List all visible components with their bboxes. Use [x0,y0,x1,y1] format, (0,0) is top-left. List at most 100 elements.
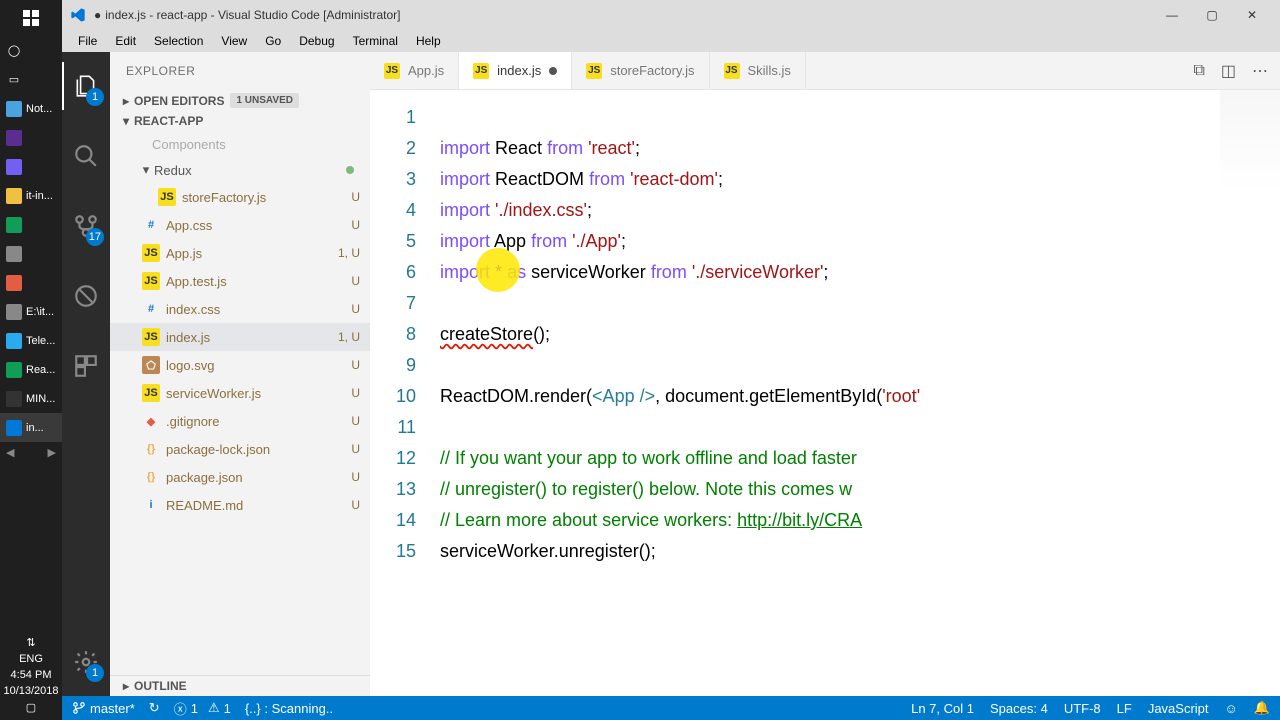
file-row[interactable]: {}package-lock.jsonU [110,435,370,463]
status-language[interactable]: JavaScript [1148,700,1209,716]
outline-header[interactable]: ▸ OUTLINE [110,675,370,696]
taskbar-cortana[interactable]: ◯ [0,36,62,65]
file-row[interactable]: JSstoreFactory.jsU [110,183,370,211]
taskbar-app[interactable] [0,239,62,268]
taskbar-app[interactable]: Not... [0,94,62,123]
close-button[interactable]: ✕ [1232,0,1272,30]
maximize-button[interactable]: ▢ [1192,0,1232,30]
project-name: REACT-APP [134,114,203,128]
window-title: index.js - react-app - Visual Studio Cod… [105,8,400,22]
activity-debug[interactable] [62,272,110,320]
editor-tab[interactable]: JSApp.js [370,52,459,89]
vscode-window: ● index.js - react-app - Visual Studio C… [62,0,1280,720]
taskbar-app[interactable]: MIN... [0,384,62,413]
file-status: U [345,498,360,512]
status-problems[interactable]: ⓧ1 ⚠1 [174,699,231,718]
activity-bar: 1 17 1 [62,52,110,696]
status-encoding[interactable]: UTF-8 [1064,700,1101,716]
file-row[interactable]: JSserviceWorker.jsU [110,379,370,407]
more-actions-icon[interactable]: ⋯ [1252,61,1268,81]
split-editor-icon[interactable]: ◫ [1221,61,1236,81]
file-row[interactable]: JSindex.js1, U [110,323,370,351]
status-eol[interactable]: LF [1117,700,1132,716]
file-row[interactable]: #App.cssU [110,211,370,239]
status-feedback-icon[interactable]: ☺ [1225,700,1238,716]
menu-terminal[interactable]: Terminal [345,32,406,50]
code-editor[interactable]: 123456789101112131415 import React from … [370,90,1280,696]
file-icon: # [142,216,160,234]
minimap[interactable] [1220,90,1280,190]
status-scanning[interactable]: {..} : Scanning.. [245,701,333,716]
open-editors-header[interactable]: ▸ OPEN EDITORS 1 UNSAVED [110,90,370,111]
taskbar-taskview[interactable]: ▭ [0,65,62,94]
editor-tab[interactable]: JSindex.js [459,52,572,89]
file-icon: i [142,496,160,514]
tray-language[interactable]: ENG [0,651,62,667]
compare-changes-icon[interactable]: ⧉ [1193,62,1204,80]
activity-extensions[interactable] [62,342,110,390]
error-icon: ⓧ [174,699,187,718]
system-tray[interactable]: ⇅ ENG 4:54 PM 10/13/2018 ▢ [0,630,62,720]
menu-file[interactable]: File [70,32,105,50]
open-editors-label: OPEN EDITORS [134,94,224,108]
status-bell-icon[interactable]: 🔔 [1254,700,1270,716]
code-content[interactable]: import React from 'react'; import ReactD… [434,90,1280,696]
file-row[interactable]: JSApp.js1, U [110,239,370,267]
taskbar-app[interactable] [0,210,62,239]
taskbar-app[interactable]: in... [0,413,62,442]
file-name: package.json [166,470,345,485]
warning-icon: ⚠ [208,700,220,716]
activity-search[interactable] [62,132,110,180]
folder-components[interactable]: Components [110,131,370,157]
debug-icon [73,283,99,309]
menu-debug[interactable]: Debug [291,32,342,50]
tray-notifications-icon[interactable]: ▢ [0,699,62,716]
file-name: package-lock.json [166,442,345,457]
status-sync[interactable]: ↻ [149,700,160,716]
file-status: 1, U [332,330,360,344]
file-name: storeFactory.js [182,190,345,205]
activity-scm[interactable]: 17 [62,202,110,250]
file-status: U [345,274,360,288]
status-cursor-position[interactable]: Ln 7, Col 1 [911,700,974,716]
tray-wifi-icon[interactable]: ⇅ [0,634,62,651]
unsaved-badge: 1 UNSAVED [230,93,299,108]
taskbar-app[interactable]: it-in... [0,181,62,210]
tray-date[interactable]: 10/13/2018 [0,683,62,699]
file-status: U [345,190,360,204]
activity-settings[interactable]: 1 [62,638,110,686]
chevron-right-icon: ▸ [120,679,132,693]
menu-help[interactable]: Help [408,32,449,50]
chevron-down-icon: ▾ [140,162,152,178]
taskbar-scroll[interactable]: ◀▶ [0,442,62,463]
file-row[interactable]: ◆.gitignoreU [110,407,370,435]
title-bar[interactable]: ● index.js - react-app - Visual Studio C… [62,0,1280,30]
file-icon: ⬠ [142,356,160,374]
taskbar-app[interactable] [0,123,62,152]
activity-explorer[interactable]: 1 [62,62,110,110]
menu-selection[interactable]: Selection [146,32,211,50]
start-button[interactable] [0,0,62,36]
file-status: 1, U [332,246,360,260]
taskbar-app[interactable] [0,268,62,297]
taskbar-app[interactable]: Rea... [0,355,62,384]
status-branch[interactable]: master* [72,701,135,716]
taskbar-app[interactable] [0,152,62,181]
taskbar-app[interactable]: E:\it... [0,297,62,326]
status-indentation[interactable]: Spaces: 4 [990,700,1048,716]
project-header[interactable]: ▾ REACT-APP [110,111,370,131]
file-row[interactable]: #index.cssU [110,295,370,323]
minimize-button[interactable]: — [1152,0,1192,30]
folder-redux[interactable]: ▾ Redux [110,157,370,183]
menu-go[interactable]: Go [257,32,289,50]
tray-time[interactable]: 4:54 PM [0,667,62,683]
file-row[interactable]: ⬠logo.svgU [110,351,370,379]
editor-tab[interactable]: JSstoreFactory.js [572,52,709,89]
menu-edit[interactable]: Edit [107,32,144,50]
file-row[interactable]: JSApp.test.jsU [110,267,370,295]
taskbar-app[interactable]: Tele... [0,326,62,355]
file-row[interactable]: {}package.jsonU [110,463,370,491]
editor-tab[interactable]: JSSkills.js [710,52,806,89]
menu-view[interactable]: View [213,32,255,50]
file-row[interactable]: iREADME.mdU [110,491,370,519]
